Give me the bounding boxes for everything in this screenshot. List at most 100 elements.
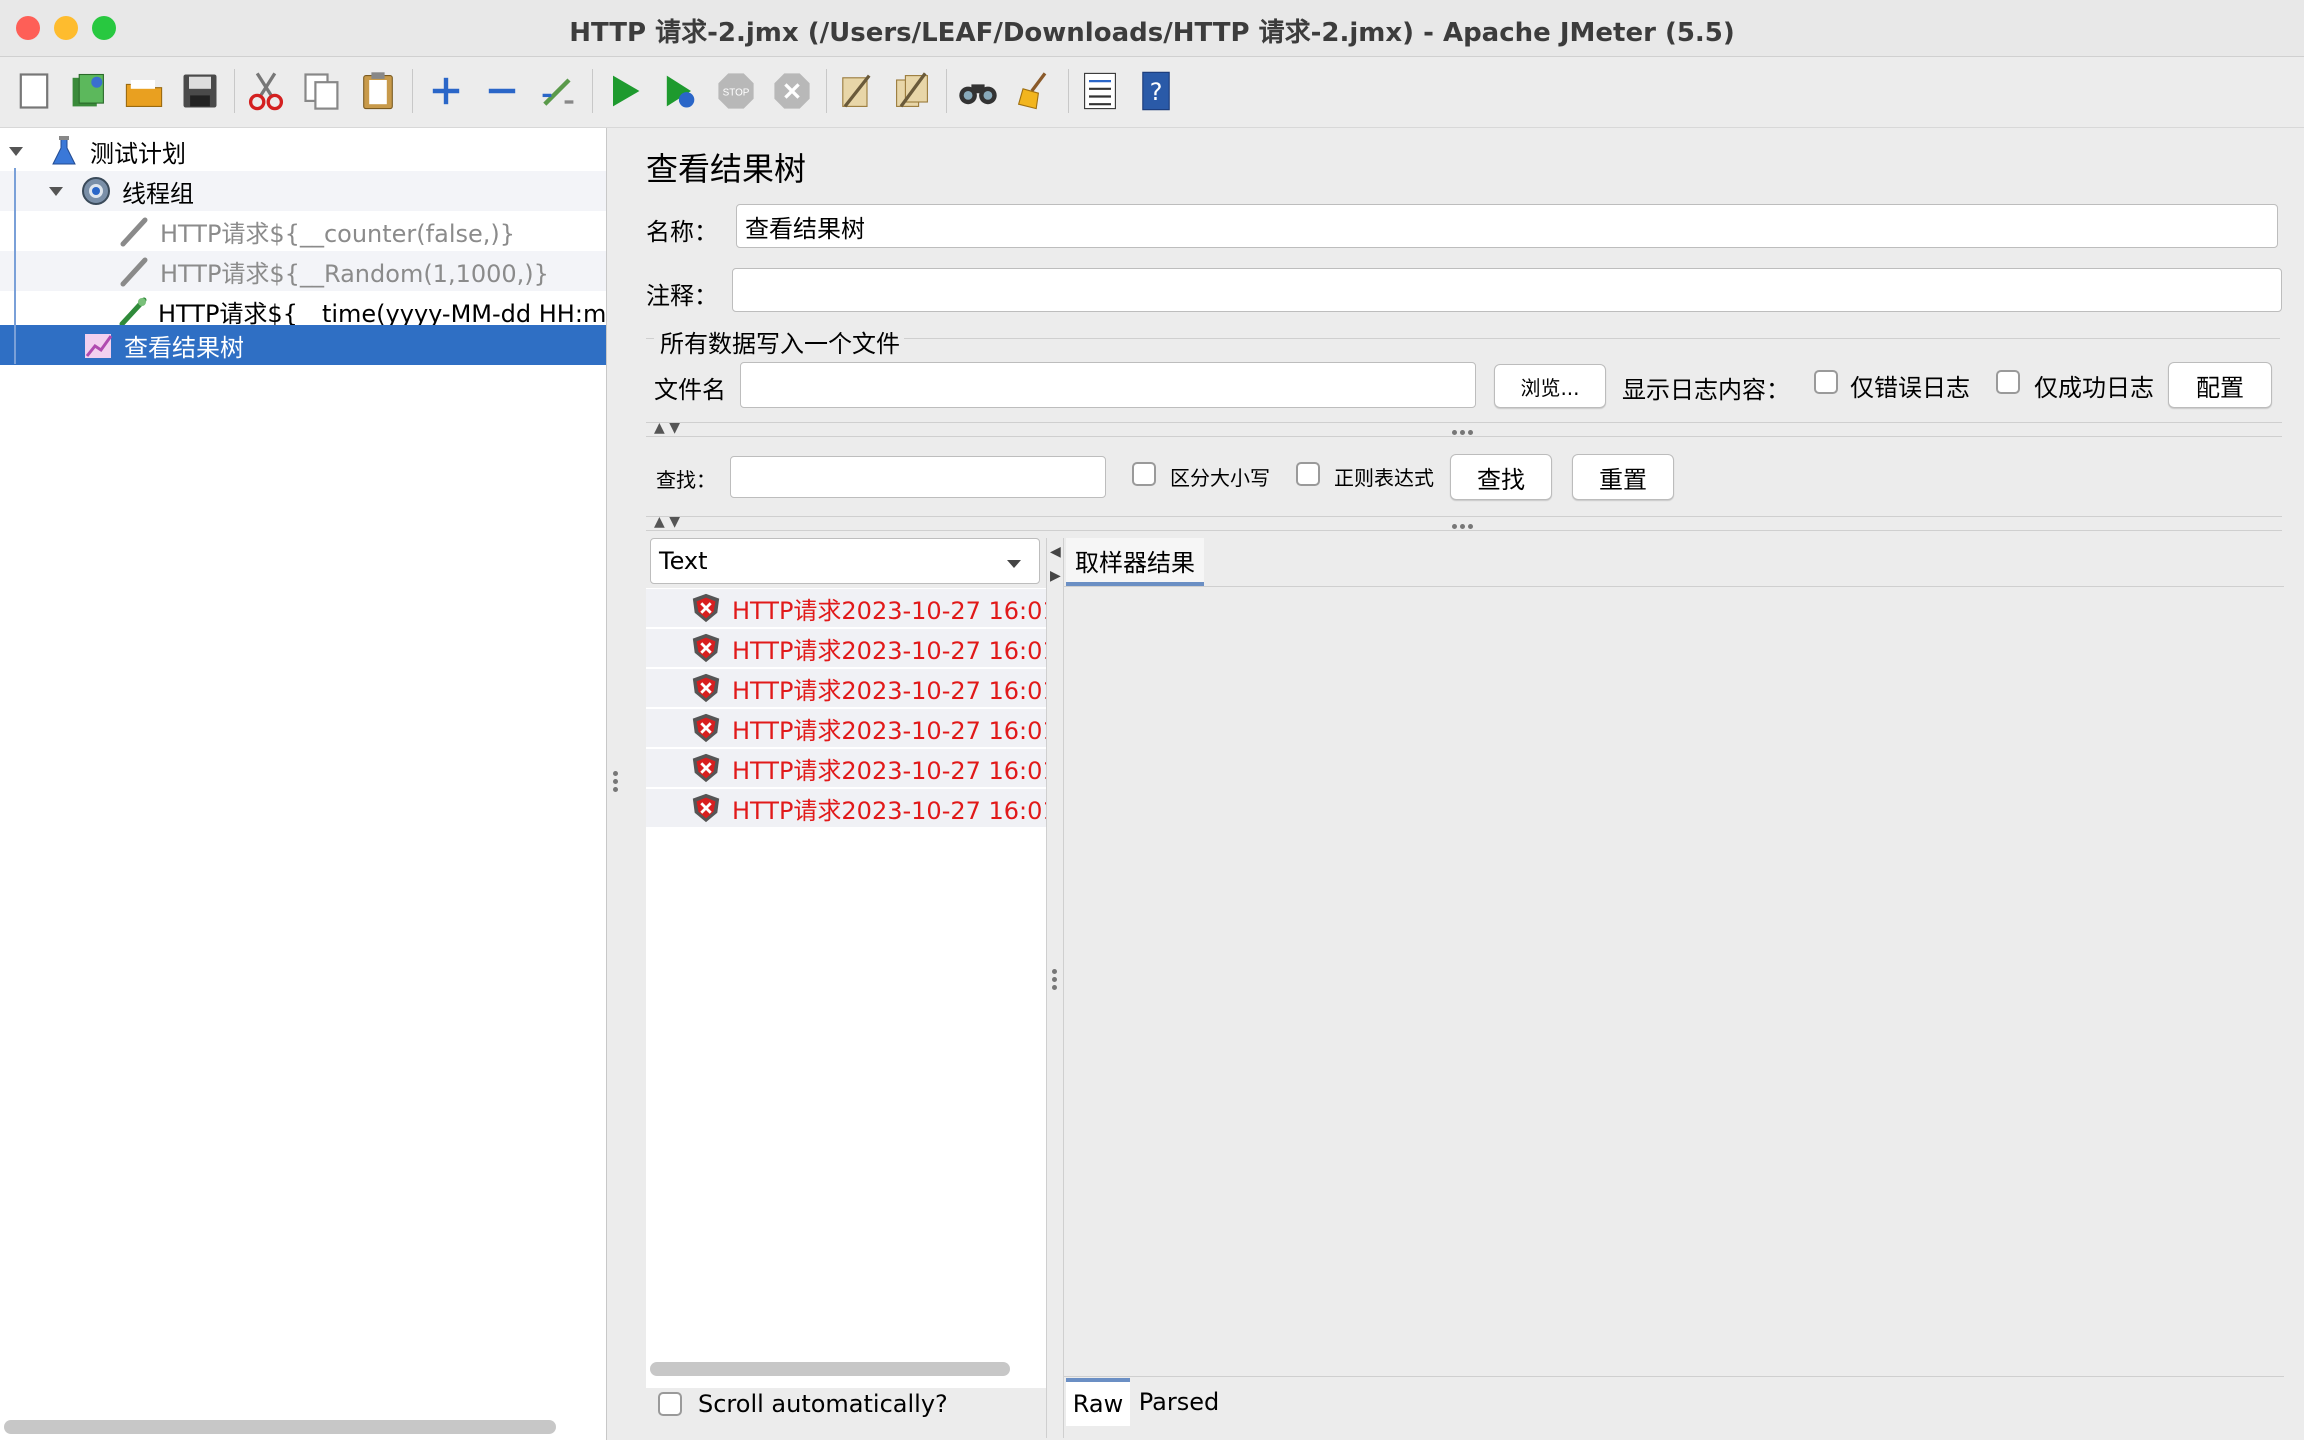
- reset-button[interactable]: 重置: [1572, 454, 1674, 500]
- expand-icon[interactable]: [422, 67, 470, 115]
- collapsible-divider[interactable]: [646, 422, 2282, 423]
- tree-item-label: HTTP请求${__Random(1,1000,)}: [160, 259, 549, 288]
- tree-item-http-random[interactable]: HTTP请求${__Random(1,1000,)}: [0, 251, 606, 291]
- new-icon[interactable]: [10, 67, 58, 115]
- collapsible-divider[interactable]: [646, 516, 2282, 517]
- section-border: [646, 338, 654, 339]
- results-list[interactable]: [646, 588, 1046, 1388]
- svg-text:?: ?: [1150, 78, 1163, 106]
- result-item[interactable]: HTTP请求2023-10-27 16:01:: [646, 749, 1046, 787]
- errors-only-label: 仅错误日志: [1850, 374, 1970, 402]
- collapse-triangle-icon[interactable]: [44, 179, 68, 203]
- open-icon[interactable]: [120, 67, 168, 115]
- result-item-label: HTTP请求2023-10-27 16:01:: [732, 636, 1046, 665]
- paste-icon[interactable]: [354, 67, 402, 115]
- collapse-triangle-icon[interactable]: [4, 139, 28, 163]
- result-item[interactable]: HTTP请求2023-10-27 16:01:: [646, 789, 1046, 827]
- tab-strip-line: [1064, 586, 2284, 587]
- chevron-down-icon: [1005, 551, 1023, 579]
- cut-icon[interactable]: [242, 67, 290, 115]
- log-content-label: 显示日志内容：: [1622, 376, 1790, 404]
- svg-text:STOP: STOP: [723, 87, 750, 98]
- tree-horizontal-scrollbar[interactable]: [4, 1420, 556, 1434]
- shutdown-icon[interactable]: [768, 67, 816, 115]
- error-shield-icon: [690, 791, 722, 825]
- browse-button[interactable]: 浏览...: [1494, 364, 1606, 408]
- tree-item-http-counter[interactable]: HTTP请求${__counter(false,)}: [0, 211, 606, 251]
- tab-raw[interactable]: Raw: [1066, 1378, 1130, 1426]
- result-item[interactable]: HTTP请求2023-10-27 16:01:: [646, 629, 1046, 667]
- clear-all-icon[interactable]: [888, 67, 936, 115]
- success-only-label: 仅成功日志: [2034, 374, 2154, 402]
- help-icon[interactable]: ?: [1132, 67, 1180, 115]
- clear-icon[interactable]: [832, 67, 880, 115]
- main-splitter[interactable]: [607, 128, 625, 1440]
- error-shield-icon: [690, 671, 722, 705]
- regex-checkbox[interactable]: [1296, 462, 1320, 486]
- result-item-label: HTTP请求2023-10-27 16:01:: [732, 716, 1046, 745]
- test-plan-tree[interactable]: 测试计划 线程组 HTTP请求${__counter(false,)} HTTP…: [0, 128, 607, 1440]
- tab-parsed[interactable]: Parsed: [1134, 1378, 1224, 1426]
- save-icon[interactable]: [176, 67, 224, 115]
- bottom-tab-line: [1064, 1376, 2284, 1377]
- start-icon[interactable]: [600, 67, 648, 115]
- templates-icon[interactable]: [64, 67, 112, 115]
- divider-line: [646, 436, 2282, 437]
- filename-label: 文件名: [654, 376, 726, 404]
- window-title: HTTP 请求-2.jmx (/Users/LEAF/Downloads/HTT…: [569, 18, 1735, 48]
- thread-group-icon: [78, 173, 114, 209]
- error-shield-icon: [690, 711, 722, 745]
- panel-title: 查看结果树: [646, 150, 807, 188]
- case-sensitive-checkbox[interactable]: [1132, 462, 1156, 486]
- tree-item-label: 线程组: [122, 179, 194, 208]
- stop-icon[interactable]: STOP: [712, 67, 760, 115]
- regex-label: 正则表达式: [1334, 466, 1434, 490]
- splitter-grip-icon[interactable]: [1052, 966, 1058, 993]
- success-only-checkbox[interactable]: [1996, 370, 2020, 394]
- search-icon[interactable]: [954, 67, 1002, 115]
- result-item[interactable]: HTTP请求2023-10-27 16:01:: [646, 709, 1046, 747]
- start-no-pause-icon[interactable]: [656, 67, 704, 115]
- tree-item-label: 查看结果树: [124, 333, 244, 362]
- divider-arrows-icon[interactable]: ▲ ▼: [654, 420, 680, 436]
- name-field-value: 查看结果树: [745, 214, 865, 243]
- tree-item-label: HTTP请求${__time(yyyy-MM-dd HH:mm:: [158, 299, 606, 328]
- sampler-icon: [116, 253, 152, 289]
- copy-icon[interactable]: [298, 67, 346, 115]
- name-label: 名称：: [646, 218, 718, 246]
- find-button[interactable]: 查找: [1450, 454, 1552, 500]
- results-horizontal-scrollbar[interactable]: [650, 1362, 1010, 1376]
- name-field[interactable]: 查看结果树: [736, 204, 2278, 248]
- sampler-icon: [116, 293, 150, 329]
- tree-item-label: 测试计划: [90, 139, 186, 168]
- tree-item-test-plan[interactable]: 测试计划: [0, 131, 606, 171]
- error-shield-icon: [690, 631, 722, 665]
- collapse-icon[interactable]: [478, 67, 526, 115]
- comment-field[interactable]: [732, 268, 2282, 312]
- search-input[interactable]: [730, 456, 1106, 498]
- scroll-automatically-label: Scroll automatically?: [698, 1390, 948, 1418]
- toggle-icon[interactable]: [534, 67, 582, 115]
- errors-only-checkbox[interactable]: [1814, 370, 1838, 394]
- case-sensitive-label: 区分大小写: [1170, 466, 1270, 490]
- tab-sampler-result[interactable]: 取样器结果: [1066, 538, 1204, 586]
- reset-search-icon[interactable]: [1010, 67, 1058, 115]
- scroll-automatically-checkbox[interactable]: [658, 1392, 682, 1416]
- function-helper-icon[interactable]: [1076, 67, 1124, 115]
- tree-item-thread-group[interactable]: 线程组: [0, 171, 606, 211]
- sampler-icon: [116, 213, 152, 249]
- divider-arrows-icon[interactable]: ▲ ▼: [654, 514, 680, 530]
- section-border: [904, 338, 2280, 339]
- result-item[interactable]: HTTP请求2023-10-27 16:01:: [646, 669, 1046, 707]
- test-plan-icon: [46, 133, 82, 169]
- result-item-label: HTTP请求2023-10-27 16:01:: [732, 756, 1046, 785]
- result-item[interactable]: HTTP请求2023-10-27 16:01:: [646, 589, 1046, 627]
- divider-line: [646, 530, 2282, 531]
- tree-item-label: HTTP请求${__counter(false,)}: [160, 219, 516, 248]
- splitter-arrows-icon[interactable]: ◀ ▶: [1050, 540, 1061, 588]
- tree-item-view-results-tree[interactable]: 查看结果树: [0, 325, 606, 365]
- tree-guide-line: [14, 168, 16, 364]
- configure-button[interactable]: 配置: [2168, 362, 2272, 408]
- renderer-select[interactable]: Text: [650, 538, 1040, 584]
- filename-input[interactable]: [740, 362, 1476, 408]
